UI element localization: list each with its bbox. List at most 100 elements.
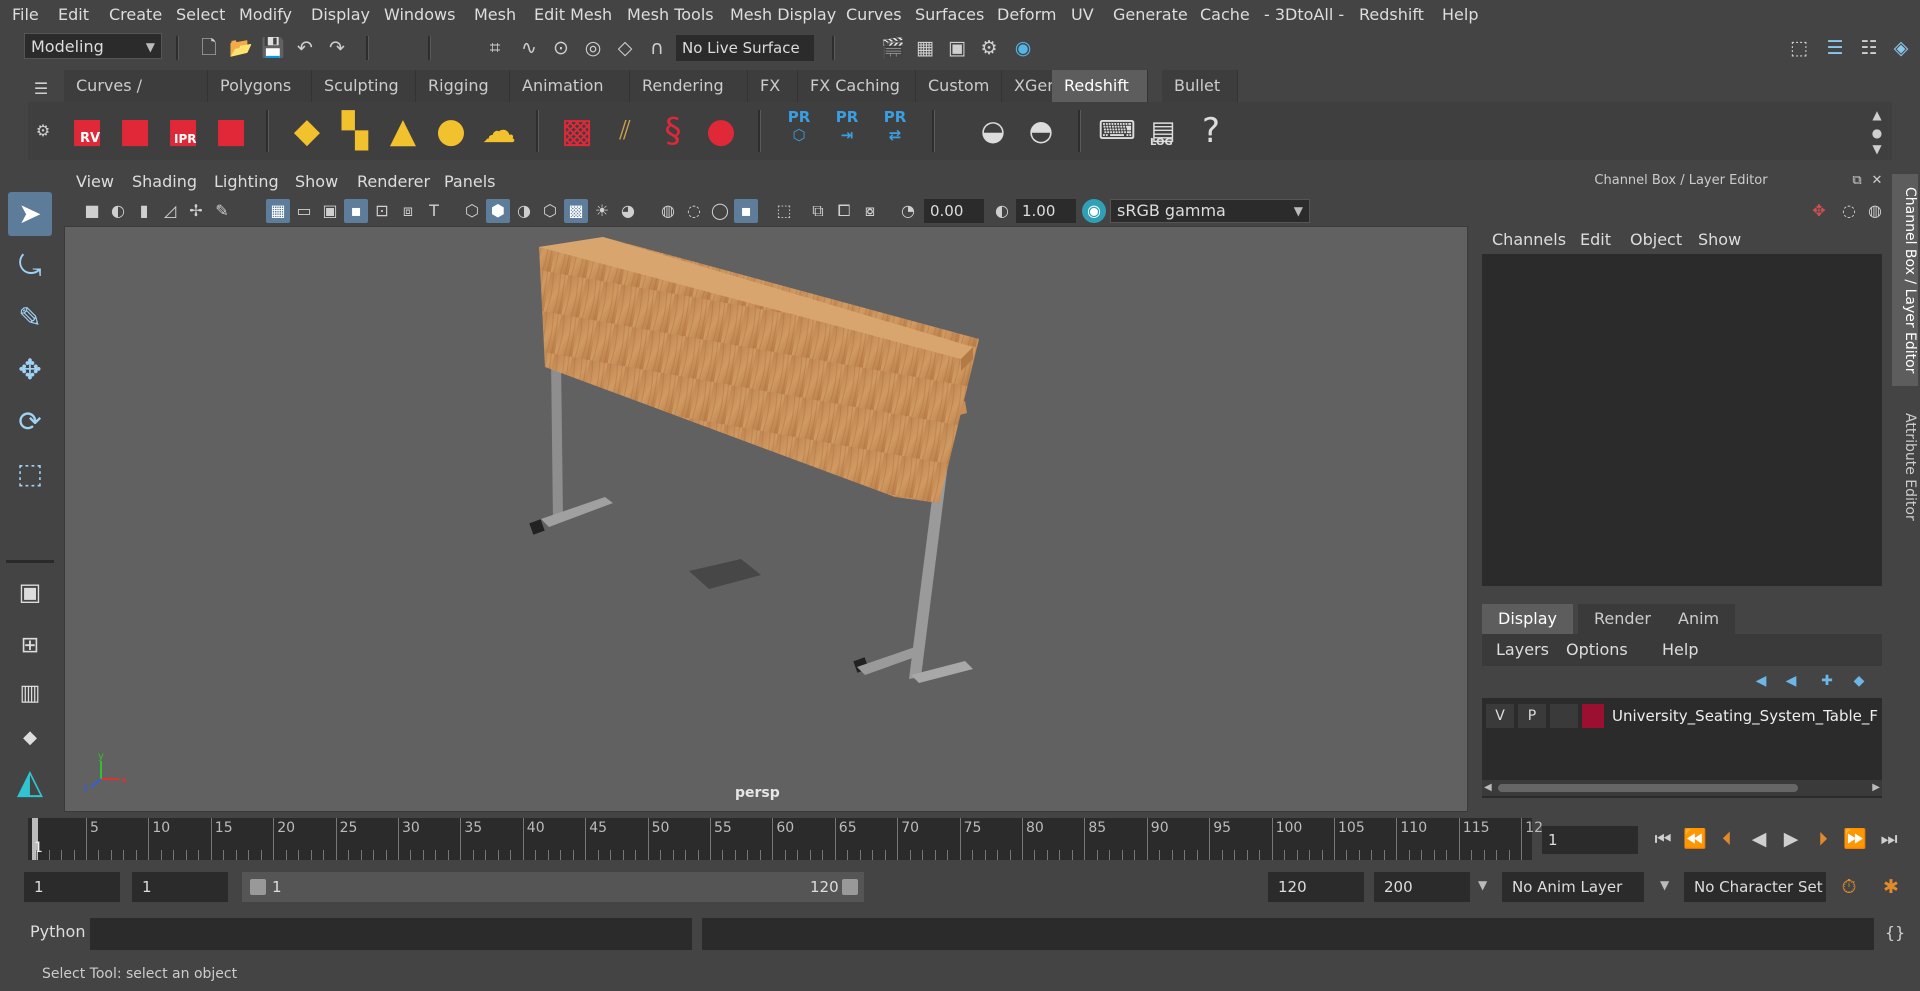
menu-display[interactable]: Display xyxy=(311,0,370,30)
film-gate-icon[interactable]: ▭ xyxy=(292,199,316,223)
menu-mesh-tools[interactable]: Mesh Tools xyxy=(627,0,714,30)
command-input[interactable] xyxy=(90,918,692,950)
viewport-menu-shading[interactable]: Shading xyxy=(132,168,197,196)
snap-grid-icon[interactable]: ⌗ xyxy=(482,35,508,61)
isolate-select-icon[interactable]: ⬚ xyxy=(772,199,796,223)
go-to-end-icon[interactable]: ⏭ xyxy=(1876,826,1902,852)
side-tab-attribute-editor[interactable]: Attribute Editor xyxy=(1892,402,1918,532)
menu-help[interactable]: Help xyxy=(1442,0,1478,30)
viewport-menu-lighting[interactable]: Lighting xyxy=(214,168,279,196)
pr-export-icon[interactable]: PR ⇥ xyxy=(824,108,870,154)
layer-menu-layers[interactable]: Layers xyxy=(1496,636,1549,664)
redshift-ies-light-icon[interactable]: ▲ xyxy=(380,108,426,154)
rotate-tool-icon[interactable]: ⟳ xyxy=(8,400,52,444)
animation-preferences-icon[interactable]: ✱ xyxy=(1878,874,1904,900)
channel-menu-edit[interactable]: Edit xyxy=(1580,226,1611,254)
safe-action-icon[interactable]: ⧈ xyxy=(396,199,420,223)
tab-rigging[interactable]: Rigging xyxy=(416,70,510,102)
menu-uv[interactable]: UV xyxy=(1071,0,1094,30)
color-space-selector[interactable]: sRGB gamma ▼ xyxy=(1110,199,1310,223)
render-settings-icon[interactable]: ⚙ xyxy=(976,35,1002,61)
tab-polygons[interactable]: Polygons xyxy=(208,70,312,102)
anim-layer-selector[interactable]: No Anim Layer xyxy=(1502,872,1644,902)
redshift-batch-render-icon[interactable]: ■ xyxy=(112,108,158,154)
menu-edit-mesh[interactable]: Edit Mesh xyxy=(534,0,612,30)
gamma-icon[interactable]: ◐ xyxy=(990,199,1014,223)
xray-icon[interactable]: ⧉ xyxy=(806,199,830,223)
channel-sort-icon[interactable]: ◍ xyxy=(1862,198,1888,224)
resolution-gate-icon[interactable]: ▣ xyxy=(318,199,342,223)
redshift-volume-icon[interactable]: § xyxy=(650,108,696,154)
menu-windows[interactable]: Windows xyxy=(384,0,455,30)
range-slider-end-handle[interactable] xyxy=(842,879,858,895)
redo-icon[interactable]: ↷ xyxy=(324,35,350,61)
channel-list-area[interactable] xyxy=(1482,254,1882,586)
wireframe-icon[interactable]: ⬡ xyxy=(460,199,484,223)
channel-menu-show[interactable]: Show xyxy=(1698,226,1741,254)
lasso-tool-icon[interactable]: ⤿ xyxy=(8,244,52,288)
layer-name[interactable]: University_Seating_System_Table_For xyxy=(1612,704,1878,728)
new-layer-icon[interactable]: ✚ xyxy=(1814,668,1840,694)
color-management-toggle-icon[interactable]: ◉ xyxy=(1082,199,1106,223)
gate-mask-icon[interactable]: ▪ xyxy=(344,199,368,223)
hypershade-icon[interactable]: ◉ xyxy=(1010,35,1036,61)
move-layer-down-icon[interactable]: ◀ xyxy=(1778,668,1804,694)
layer-menu-options[interactable]: Options xyxy=(1566,636,1628,664)
viewport-menu-panels[interactable]: Panels xyxy=(444,168,496,196)
menu-deform[interactable]: Deform xyxy=(997,0,1056,30)
layer-visibility-toggle[interactable]: V xyxy=(1486,704,1514,728)
scroll-right-icon[interactable]: ▶ xyxy=(1872,780,1880,796)
playback-start-field[interactable]: 1 xyxy=(132,872,228,902)
move-tool-icon[interactable]: ✥ xyxy=(8,348,52,392)
go-to-start-icon[interactable]: ⏮ xyxy=(1650,826,1676,852)
snap-curve-icon[interactable]: ∿ xyxy=(516,35,542,61)
xray-components-icon[interactable]: ⧇ xyxy=(858,199,882,223)
menu-select[interactable]: Select xyxy=(176,0,225,30)
new-layer-from-selection-icon[interactable]: ◆ xyxy=(1846,668,1872,694)
use-default-material-icon[interactable]: ◑ xyxy=(512,199,536,223)
3d-viewport[interactable]: x y z persp xyxy=(64,226,1468,812)
menu-cache[interactable]: Cache xyxy=(1200,0,1250,30)
range-slider-start-handle[interactable] xyxy=(250,879,266,895)
menu-generate[interactable]: Generate xyxy=(1113,0,1188,30)
paint-select-tool-icon[interactable]: ✎ xyxy=(8,296,52,340)
chevron-down-icon[interactable]: ▼ xyxy=(1478,878,1487,892)
tab-animation[interactable]: Animation xyxy=(510,70,630,102)
safe-title-icon[interactable]: T xyxy=(422,199,446,223)
layer-display-type-toggle[interactable] xyxy=(1550,704,1578,728)
layer-tab-display[interactable]: Display xyxy=(1482,604,1573,634)
motion-blur-icon[interactable]: ◌ xyxy=(682,199,706,223)
modeling-toolkit-icon[interactable]: ⬚ xyxy=(1786,35,1812,61)
step-forward-key-icon[interactable]: ⏩ xyxy=(1842,826,1868,852)
save-scene-icon[interactable]: 💾 xyxy=(260,35,286,61)
live-surface-field[interactable]: No Live Surface xyxy=(676,35,814,61)
shelf-settings-gear-icon[interactable]: ⚙ xyxy=(30,118,56,144)
layer-tab-render[interactable]: Render xyxy=(1578,604,1667,634)
manipulator-icon[interactable]: ✥ xyxy=(1806,198,1832,224)
bake-pie-icon[interactable]: ◒ xyxy=(970,108,1016,154)
grease-pencil-icon[interactable]: ✎ xyxy=(210,199,234,223)
close-icon[interactable]: ✕ xyxy=(1864,168,1890,194)
layer-menu-help[interactable]: Help xyxy=(1662,636,1698,664)
snap-view-icon[interactable]: ◎ xyxy=(580,35,606,61)
redshift-render-view-icon[interactable]: ■ RV xyxy=(64,108,110,154)
layer-scrollbar[interactable]: ◀ ▶ xyxy=(1482,780,1882,796)
tab-curves-surfaces[interactable]: Curves / Surfaces xyxy=(64,70,208,127)
redshift-ipr-icon[interactable]: ■ IPR xyxy=(160,108,206,154)
render-frame-icon[interactable]: ▦ xyxy=(912,35,938,61)
animation-end-field[interactable]: 200 xyxy=(1374,872,1470,902)
shelf-scroll-down-icon[interactable]: ▼ xyxy=(1864,136,1890,162)
snap-surface-icon[interactable]: ◇ xyxy=(612,35,638,61)
play-backwards-icon[interactable]: ◀ xyxy=(1746,826,1772,852)
camera-attributes-icon[interactable]: ◐ xyxy=(106,199,130,223)
auto-key-icon[interactable]: ⏱ xyxy=(1836,874,1862,900)
select-tool-icon[interactable]: ➤ xyxy=(8,192,52,236)
screen-space-ao-icon[interactable]: ◍ xyxy=(656,199,680,223)
playback-end-field[interactable]: 120 xyxy=(1268,872,1364,902)
range-slider[interactable]: 1 120 xyxy=(242,872,864,902)
ipr-render-icon[interactable]: ▣ xyxy=(944,35,970,61)
textured-icon[interactable]: ▩ xyxy=(564,199,588,223)
redshift-proxy-icon[interactable]: ▩ xyxy=(554,108,600,154)
viewport-menu-show[interactable]: Show xyxy=(295,168,338,196)
menu-surfaces[interactable]: Surfaces xyxy=(915,0,984,30)
